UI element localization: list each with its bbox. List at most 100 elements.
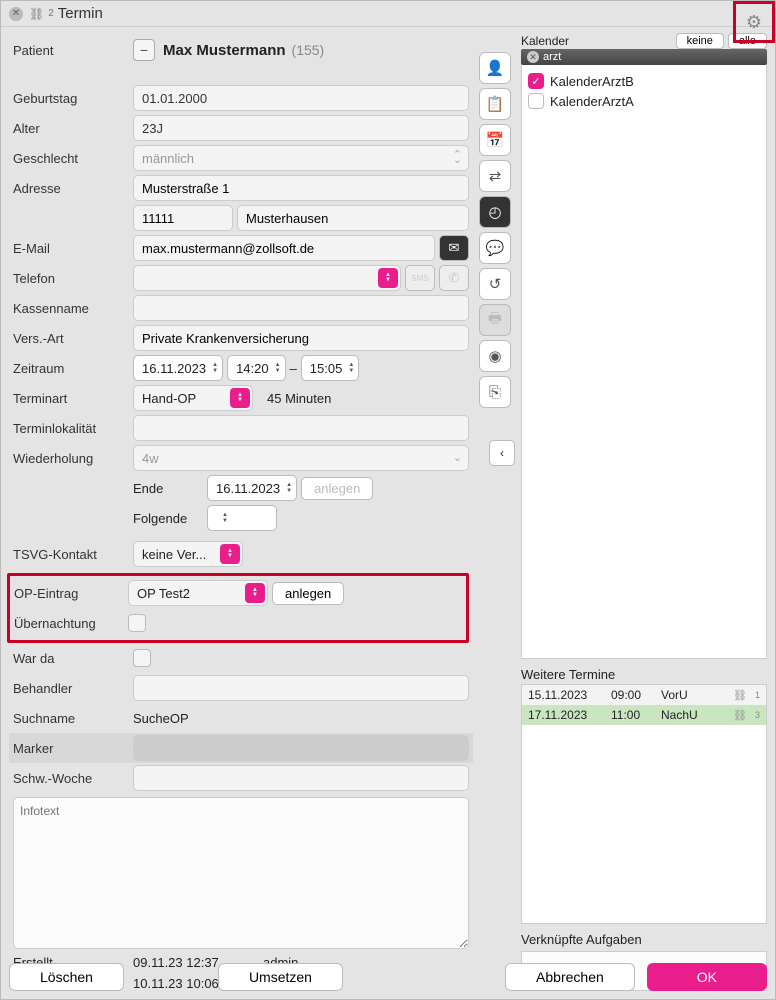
- zeitraum-label: Zeitraum: [13, 361, 133, 376]
- calendar-item-label: KalenderArztA: [550, 94, 634, 109]
- umsetzen-button[interactable]: Umsetzen: [218, 963, 343, 991]
- calendar-item[interactable]: ✓ KalenderArztB: [528, 71, 760, 91]
- phone-label: Telefon: [13, 271, 133, 286]
- gear-icon[interactable]: ⚙: [746, 12, 762, 33]
- infotext-textarea[interactable]: [13, 797, 469, 949]
- appointments-list: 15.11.202309:00VorU⛓1 17.11.202311:00Nac…: [521, 684, 767, 924]
- time-sep: –: [290, 361, 297, 376]
- window-title: Termin: [58, 5, 103, 22]
- calendar-item-label: KalenderArztB: [550, 74, 634, 89]
- duration-text: 45 Minuten: [267, 391, 331, 406]
- checkbox-icon[interactable]: [528, 93, 544, 109]
- settings-highlight: ⚙: [733, 1, 775, 43]
- patient-id: (155): [292, 42, 325, 58]
- versart-input[interactable]: [133, 325, 469, 351]
- close-icon[interactable]: ✕: [9, 7, 23, 21]
- date-input[interactable]: 16.11.2023▲▼: [133, 355, 223, 381]
- ende-date-input[interactable]: 16.11.2023▲▼: [207, 475, 297, 501]
- history-icon[interactable]: ↺: [479, 268, 511, 300]
- ende-label: Ende: [133, 481, 203, 496]
- uebernachtung-checkbox[interactable]: [128, 614, 146, 632]
- terminart-label: Terminart: [13, 391, 133, 406]
- chevron-icon: ⌃⌄: [453, 153, 462, 163]
- titlebar: ✕ ⛓ 2 Termin ⚙: [1, 1, 775, 27]
- op-label: OP-Eintrag: [14, 586, 128, 601]
- age-label: Alter: [13, 121, 133, 136]
- schwwoche-input[interactable]: [133, 765, 469, 791]
- calendar-icon[interactable]: 📅: [479, 124, 511, 156]
- schwwoche-label: Schw.-Woche: [13, 771, 133, 786]
- message-icon[interactable]: 💬: [479, 232, 511, 264]
- lokalitaet-input[interactable]: [133, 415, 469, 441]
- appointment-row[interactable]: 17.11.202311:00NachU⛓3: [522, 705, 766, 725]
- kasse-input[interactable]: [133, 295, 469, 321]
- warda-label: War da: [13, 651, 133, 666]
- clear-filter-icon[interactable]: ✕: [527, 51, 539, 63]
- op-anlegen-button[interactable]: anlegen: [272, 582, 344, 605]
- phone-select[interactable]: ▲▼: [133, 265, 401, 291]
- age-input[interactable]: [133, 115, 469, 141]
- time-from-input[interactable]: 14:20▲▼: [227, 355, 286, 381]
- sms-button[interactable]: SMS: [405, 265, 435, 291]
- birthday-input[interactable]: [133, 85, 469, 111]
- abbrechen-button[interactable]: Abbrechen: [505, 963, 635, 991]
- behandler-input[interactable]: [133, 675, 469, 701]
- person-icon[interactable]: 👤: [479, 52, 511, 84]
- collapse-button[interactable]: ‹: [489, 440, 515, 466]
- loeschen-button[interactable]: Löschen: [9, 963, 124, 991]
- kasse-label: Kassenname: [13, 301, 133, 316]
- wiederholung-select[interactable]: 4w⌄: [133, 445, 469, 471]
- chevron-down-icon: ⌄: [453, 456, 462, 461]
- patient-name: Max Mustermann: [163, 42, 286, 59]
- chevron-icon: ▲▼: [378, 268, 398, 288]
- address-label: Adresse: [13, 181, 133, 196]
- city-input[interactable]: [237, 205, 469, 231]
- email-label: E-Mail: [13, 241, 133, 256]
- tsvg-label: TSVG-Kontakt: [13, 547, 133, 562]
- checkbox-checked-icon[interactable]: ✓: [528, 73, 544, 89]
- link-icon: ⛓: [29, 7, 44, 21]
- weitere-termine-label: Weitere Termine: [521, 667, 767, 682]
- patient-remove-button[interactable]: −: [133, 39, 155, 61]
- printer-icon: 🖶: [479, 304, 511, 336]
- anlegen-disabled-button: anlegen: [301, 477, 373, 500]
- time-to-input[interactable]: 15:05▲▼: [301, 355, 360, 381]
- marker-input[interactable]: [133, 735, 469, 761]
- filter-bar[interactable]: ✕ arzt: [521, 49, 767, 65]
- wiederholung-label: Wiederholung: [13, 451, 133, 466]
- street-input[interactable]: [133, 175, 469, 201]
- chevron-icon: ▲▼: [230, 388, 250, 408]
- link-icon: ⛓: [733, 709, 747, 722]
- clipboard-icon[interactable]: 📋: [479, 88, 511, 120]
- op-select[interactable]: OP Test2▲▼: [128, 580, 268, 606]
- birthday-label: Geburtstag: [13, 91, 133, 106]
- chevron-icon: ▲▼: [220, 544, 240, 564]
- folgende-label: Folgende: [133, 511, 203, 526]
- suchname-value: SucheOP: [133, 711, 189, 726]
- clock-icon[interactable]: ◴: [479, 196, 511, 228]
- email-input[interactable]: [133, 235, 435, 261]
- call-icon[interactable]: ✆: [439, 265, 469, 291]
- marker-label: Marker: [13, 741, 133, 756]
- chevron-icon: ▲▼: [245, 583, 265, 603]
- behandler-label: Behandler: [13, 681, 133, 696]
- globe-icon[interactable]: ◉: [479, 340, 511, 372]
- keine-button[interactable]: keine: [676, 33, 724, 49]
- gender-select[interactable]: männlich⌃⌄: [133, 145, 469, 171]
- zip-input[interactable]: [133, 205, 233, 231]
- link-count: 2: [48, 8, 54, 19]
- terminart-select[interactable]: Hand-OP▲▼: [133, 385, 253, 411]
- transfer-icon[interactable]: ⇄: [479, 160, 511, 192]
- copy-icon[interactable]: ⎘: [479, 376, 511, 408]
- appointment-row[interactable]: 15.11.202309:00VorU⛓1: [522, 685, 766, 705]
- versart-label: Vers.-Art: [13, 331, 133, 346]
- lokalitaet-label: Terminlokalität: [13, 421, 133, 436]
- ok-button[interactable]: OK: [647, 963, 767, 991]
- folgende-input[interactable]: ▲▼: [207, 505, 277, 531]
- filter-text: arzt: [543, 51, 561, 63]
- suchname-label: Suchname: [13, 711, 133, 726]
- calendar-item[interactable]: KalenderArztA: [528, 91, 760, 111]
- tsvg-select[interactable]: keine Ver...▲▼: [133, 541, 243, 567]
- mail-icon[interactable]: ✉: [439, 235, 469, 261]
- warda-checkbox[interactable]: [133, 649, 151, 667]
